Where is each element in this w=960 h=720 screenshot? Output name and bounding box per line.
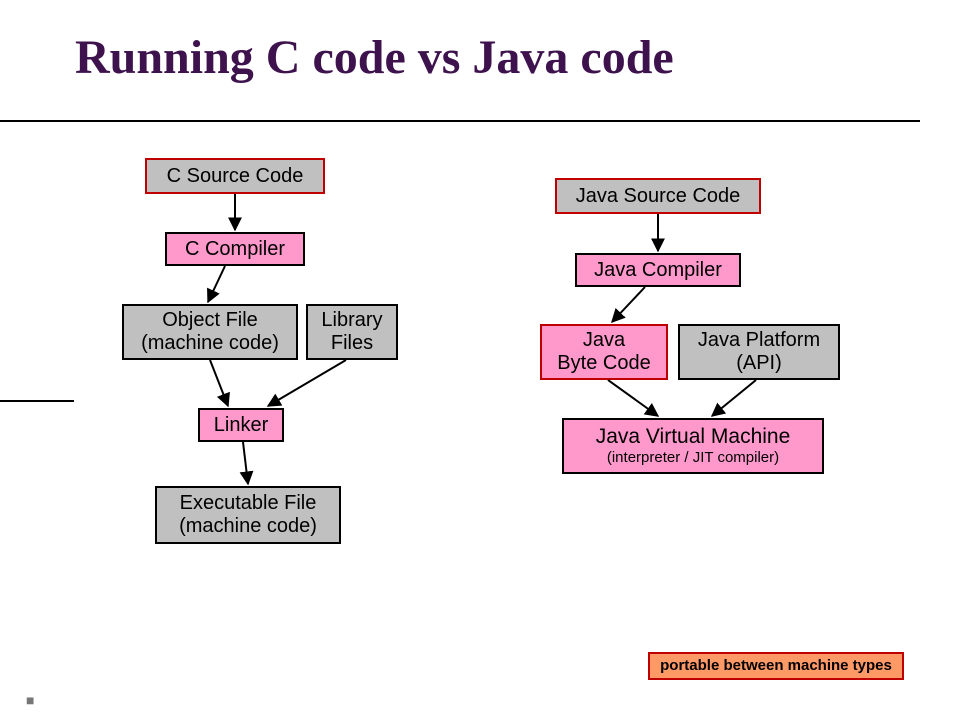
label-line1: Java Platform [698,329,820,352]
label-line2: Files [331,332,373,355]
label-line1: Java Virtual Machine [596,425,791,449]
label-line2: Byte Code [557,352,650,375]
box-c-source: C Source Code [145,158,325,194]
label: Java Compiler [594,259,722,282]
label: Java Source Code [576,185,741,208]
box-object-file: Object File (machine code) [122,304,298,360]
label: C Source Code [167,165,304,188]
box-java-platform: Java Platform (API) [678,324,840,380]
box-java-source: Java Source Code [555,178,761,214]
label-line1: Executable File [180,492,317,515]
label-line1: Java [583,329,625,352]
box-linker: Linker [198,408,284,442]
label-line1: Library [321,309,382,332]
note-portable: portable between machine types [648,652,904,680]
label-line1: Object File [162,309,258,332]
label: portable between machine types [660,657,892,674]
box-java-compiler: Java Compiler [575,253,741,287]
label: Linker [214,414,268,437]
box-byte-code: Java Byte Code [540,324,668,380]
label-line2: (machine code) [141,332,279,355]
label-line2: (machine code) [179,515,317,538]
page-title: Running C code vs Java code [75,30,920,85]
title-block: Running C code vs Java code [75,30,920,85]
box-jvm: Java Virtual Machine (interpreter / JIT … [562,418,824,474]
title-underline [0,120,920,122]
label-line2: (API) [736,352,782,375]
box-library-files: Library Files [306,304,398,360]
bullet-icon: ■ [26,692,34,708]
label-line2: (interpreter / JIT compiler) [607,449,779,466]
side-rule [0,400,74,402]
box-executable: Executable File (machine code) [155,486,341,544]
slide: Running C code vs Java code C Source Cod… [0,0,960,720]
box-c-compiler: C Compiler [165,232,305,266]
label: C Compiler [185,238,285,261]
